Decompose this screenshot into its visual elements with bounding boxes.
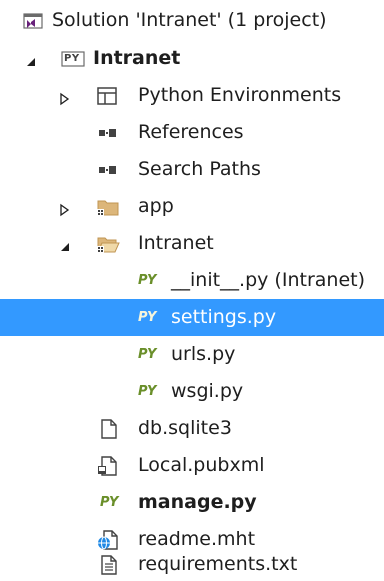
tree-item-python-environments[interactable]: Python Environments [0, 77, 384, 114]
tree-item-label: wsgi.py [171, 380, 244, 402]
tree-item-manage-py[interactable]: PY manage.py [0, 484, 384, 521]
expanded-arrow-icon[interactable] [24, 52, 38, 66]
python-file-icon: PY [134, 270, 160, 292]
project-badge: PY [64, 53, 80, 64]
tree-item-urls-py[interactable]: PY urls.py [0, 336, 384, 373]
collapsed-arrow-icon[interactable] [58, 89, 72, 106]
tree-item-label: Search Paths [138, 158, 261, 180]
tree-item-label: manage.py [138, 491, 257, 513]
python-file-glyph: PY [138, 384, 156, 399]
collapsed-arrow-icon[interactable] [58, 200, 72, 217]
tree-item-init-py[interactable]: PY __init__.py (Intranet) [0, 262, 384, 299]
python-environments-icon [96, 85, 118, 107]
tree-item-intranet-folder[interactable]: Intranet [0, 225, 384, 262]
tree-item-app-folder[interactable]: app [0, 188, 384, 225]
tree-item-label: References [138, 121, 244, 143]
tree-item-label: urls.py [171, 343, 236, 365]
tree-item-search-paths[interactable]: Search Paths [0, 151, 384, 188]
tree-item-label: requirements.txt [138, 553, 298, 575]
python-project-icon: PY [61, 48, 85, 70]
tree-item-settings-py[interactable]: PY settings.py [0, 299, 384, 336]
python-file-icon: PY [134, 344, 160, 366]
tree-item-label: Solution 'Intranet' (1 project) [52, 9, 327, 31]
search-paths-icon [96, 159, 118, 181]
tree-item-local-pubxml[interactable]: Local.pubxml [0, 447, 384, 484]
tree-item-label: app [138, 195, 174, 217]
python-file-icon: PY [134, 381, 160, 403]
python-file-glyph: PY [138, 310, 156, 325]
publish-profile-icon [96, 455, 118, 477]
file-icon [98, 418, 120, 440]
web-file-icon [96, 529, 118, 551]
tree-item-label: Intranet [93, 47, 181, 69]
tree-item-wsgi-py[interactable]: PY wsgi.py [0, 373, 384, 410]
tree-item-label: readme.mht [138, 528, 256, 550]
folder-icon [96, 196, 119, 218]
tree-item-label: __init__.py (Intranet) [171, 269, 365, 291]
tree-item-label: Intranet [138, 232, 214, 254]
tree-item-label: Python Environments [138, 84, 342, 106]
expanded-arrow-icon[interactable] [58, 237, 72, 251]
tree-item-label: db.sqlite3 [138, 417, 232, 439]
tree-item-db-sqlite3[interactable]: db.sqlite3 [0, 410, 384, 447]
tree-item-label: settings.py [171, 306, 277, 328]
solution-icon [22, 10, 44, 32]
python-file-glyph: PY [138, 347, 156, 362]
references-icon [96, 122, 118, 144]
python-file-icon: PY [96, 492, 122, 514]
tree-item-project-intranet[interactable]: PY Intranet [0, 40, 384, 77]
tree-item-solution[interactable]: Solution 'Intranet' (1 project) [0, 2, 384, 39]
tree-item-references[interactable]: References [0, 114, 384, 151]
solution-explorer-tree: Solution 'Intranet' (1 project) PY Intra… [0, 0, 384, 577]
tree-item-label: Local.pubxml [138, 454, 265, 476]
python-file-glyph: PY [100, 495, 118, 510]
text-file-icon [98, 554, 120, 576]
python-file-glyph: PY [138, 273, 156, 288]
python-file-icon: PY [134, 307, 160, 329]
folder-open-icon [96, 233, 120, 255]
tree-item-requirements-txt[interactable]: requirements.txt [0, 553, 384, 577]
